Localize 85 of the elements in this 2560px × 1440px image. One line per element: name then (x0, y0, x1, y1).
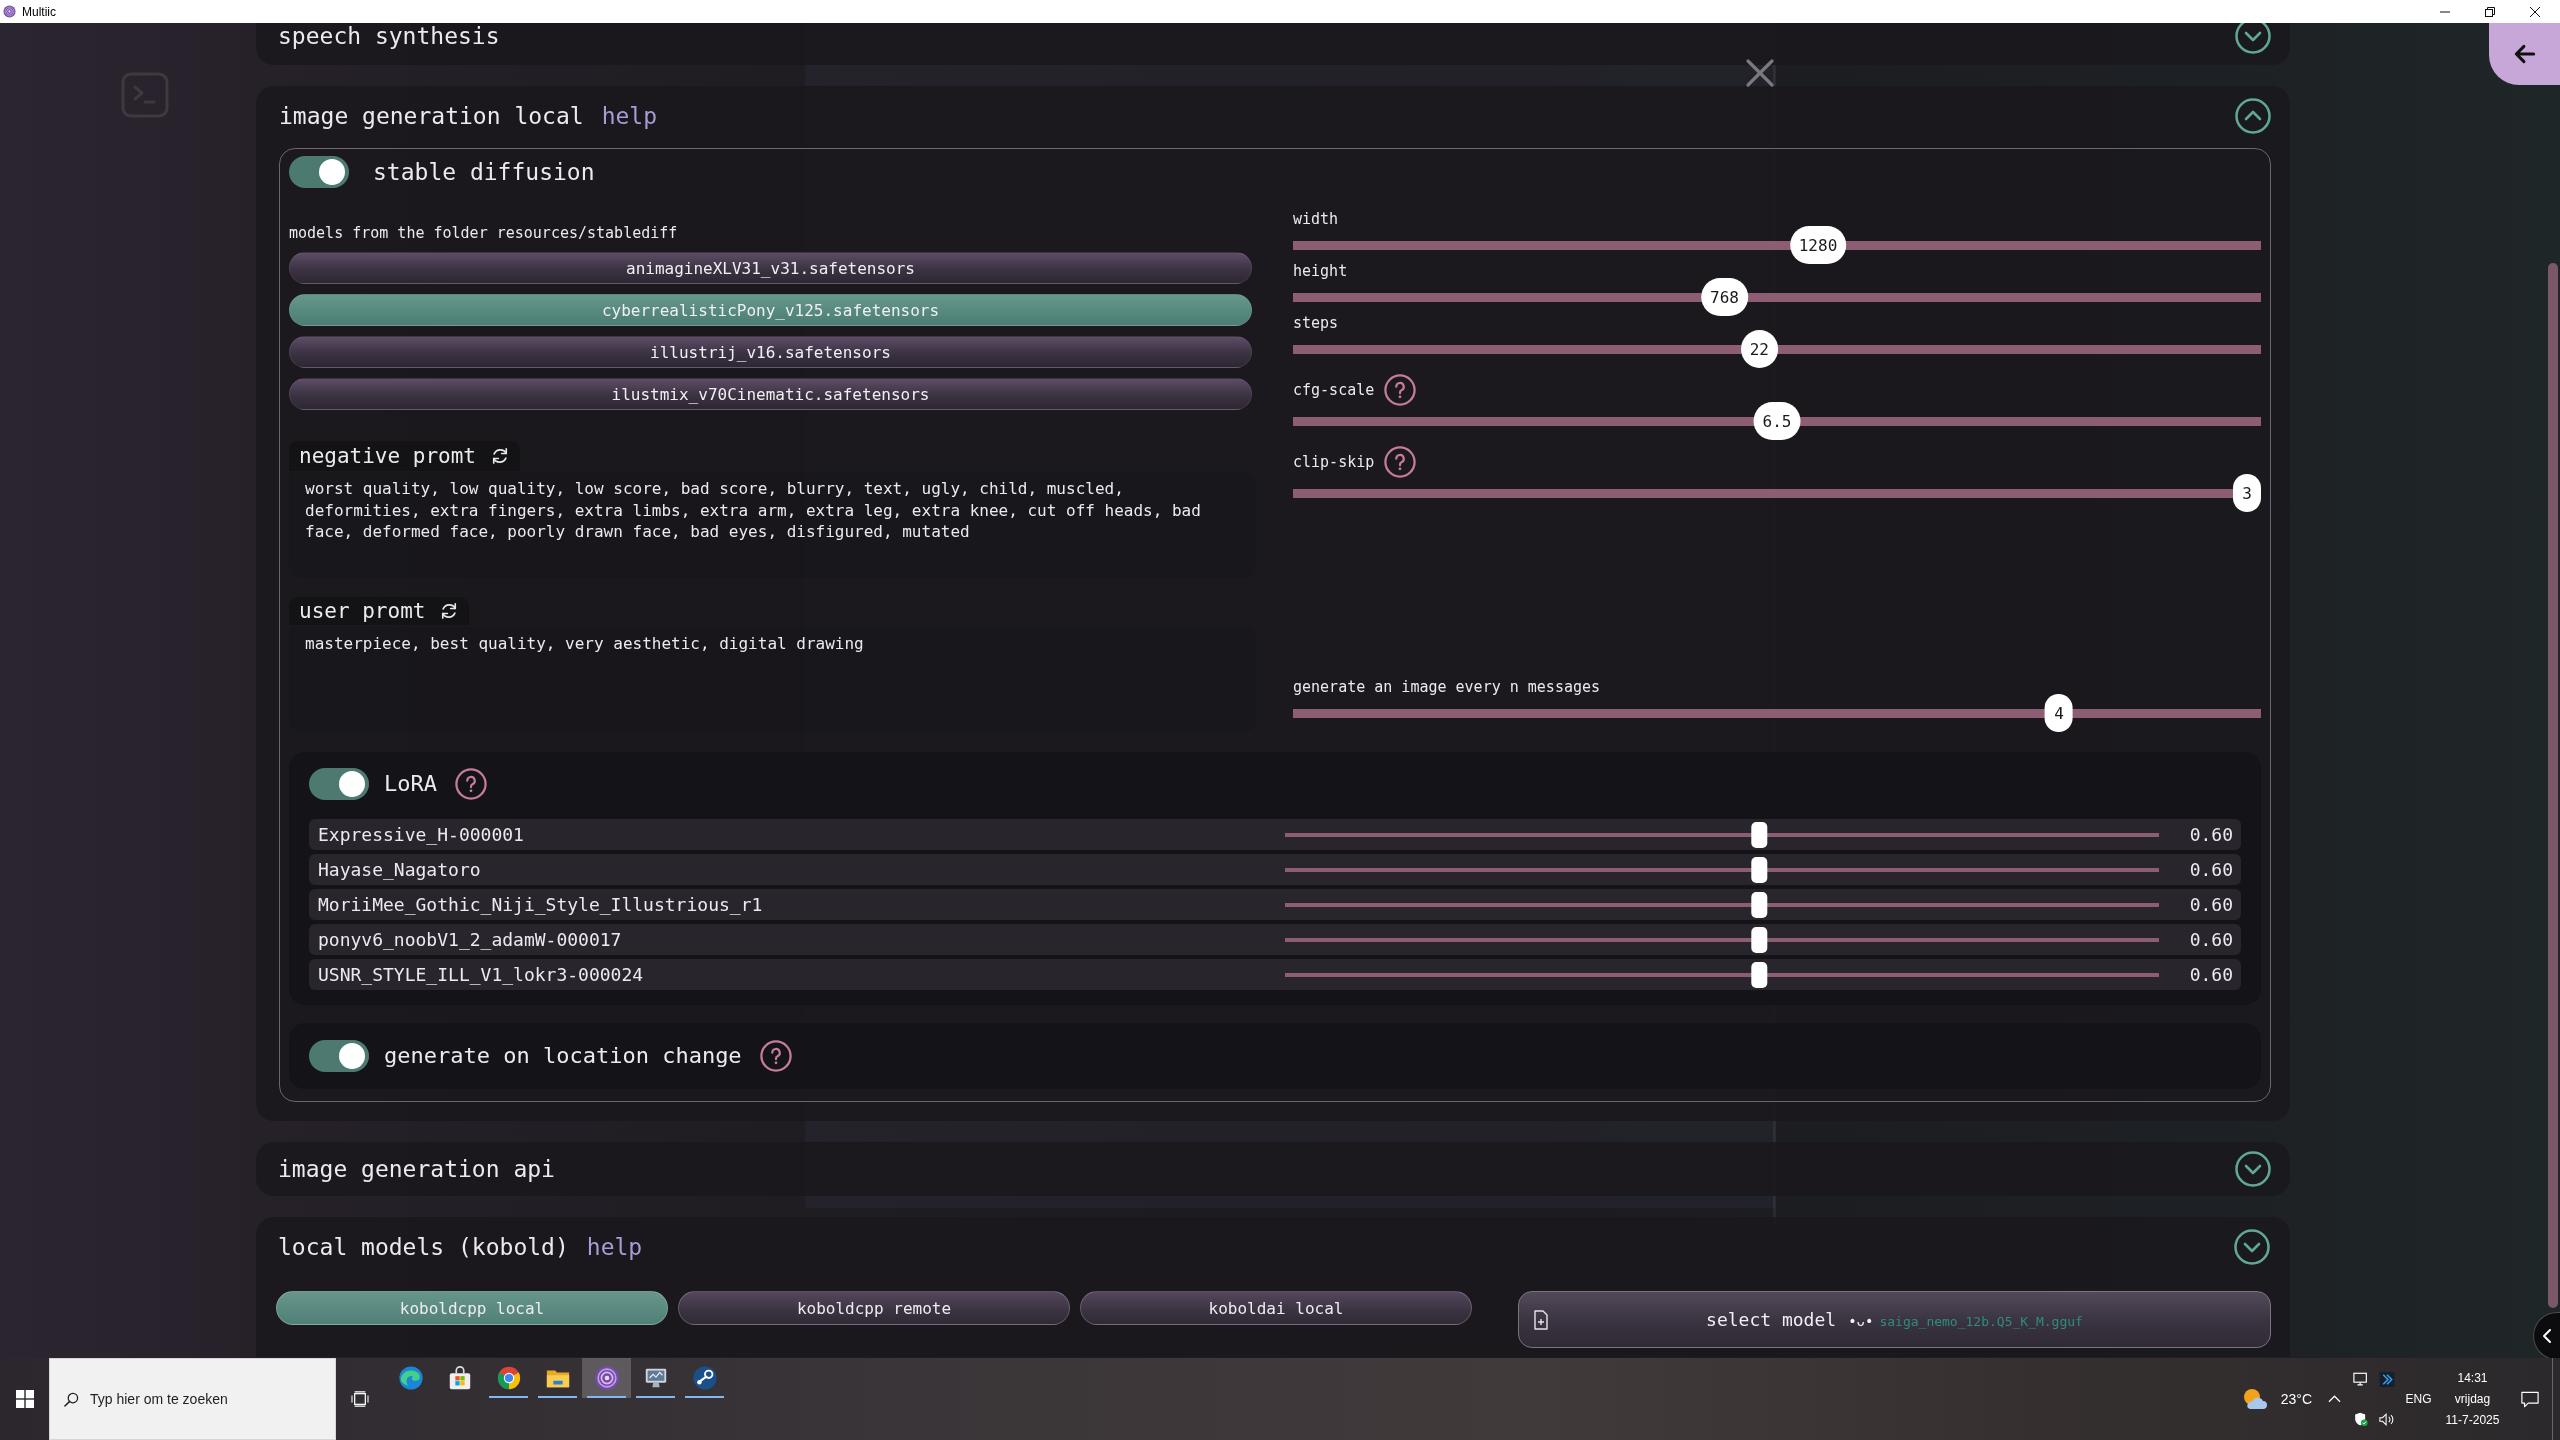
file-plus-icon (1533, 1309, 1549, 1330)
chevron-down-icon[interactable] (2235, 23, 2271, 54)
shield-icon[interactable] (2353, 1411, 2369, 1427)
window-title: Multiic (22, 4, 56, 19)
model-option[interactable]: animagineXLV31_v31.safetensors (289, 252, 1252, 284)
model-option[interactable]: ilustmix_v70Cinematic.safetensors (289, 378, 1252, 410)
prompt-label: user promt (299, 598, 426, 625)
help-link[interactable]: help (586, 1231, 643, 1263)
lora-name: Expressive_H-000001 (318, 824, 525, 845)
toggle-switch[interactable] (309, 1040, 369, 1072)
model-option[interactable]: cyberrealisticPony_v125.safetensors (289, 294, 1252, 326)
chevron-down-icon[interactable] (2235, 1151, 2271, 1187)
section-title[interactable]: image generation api (278, 1153, 555, 1185)
slider-label: clip-skip (1293, 452, 1375, 473)
toggle-label: LoRA (384, 770, 437, 798)
section-title[interactable]: image generation local (279, 100, 584, 132)
backend-tab[interactable]: koboldcpp remote (678, 1291, 1070, 1325)
slider-track[interactable]: 6.5 (1293, 402, 2261, 440)
clock-time: 14:31 (2457, 1369, 2488, 1387)
toggle-switch[interactable] (289, 156, 349, 188)
slider-handle[interactable] (1751, 891, 1768, 918)
prompt-label: negative promt (299, 443, 476, 470)
slider-handle[interactable]: 768 (1701, 278, 1748, 316)
model-option[interactable]: illustrij_v16.safetensors (289, 336, 1252, 368)
lora-weight: 0.60 (2188, 929, 2233, 950)
slider-handle[interactable]: 22 (1740, 330, 1778, 368)
lora-weight: 0.60 (2188, 824, 2233, 845)
slider-label: cfg-scale (1293, 380, 1375, 401)
chevron-left-icon (2542, 1328, 2552, 1344)
tricolor-circle-icon (495, 1365, 522, 1391)
toggle-label: generate on location change (384, 1042, 742, 1070)
back-button[interactable] (2489, 23, 2560, 85)
language-indicator[interactable]: ENG (2400, 1392, 2437, 1406)
backend-tab[interactable]: koboldai local (1080, 1291, 1472, 1325)
help-icon[interactable] (759, 1040, 792, 1072)
stacked-windows-icon[interactable] (350, 1391, 369, 1407)
lora-weight: 0.60 (2188, 964, 2233, 985)
speech-bubble-icon[interactable] (2521, 1390, 2539, 1408)
restore-icon[interactable] (2484, 6, 2495, 17)
four-panes-icon[interactable] (15, 1390, 34, 1408)
swirl-icon (397, 1365, 424, 1391)
clock-day: vrijdag (2454, 1388, 2491, 1410)
clock-date: 11-7-2025 (2445, 1411, 2500, 1429)
slider-handle[interactable] (1751, 821, 1768, 848)
rings-icon (3, 5, 16, 18)
toggle-switch[interactable] (309, 768, 369, 800)
scrollbar-thumb[interactable] (2548, 263, 2558, 1308)
lora-name: USNR_STYLE_ILL_V1_lokr3-000024 (318, 964, 645, 985)
collapse-button[interactable] (2533, 1312, 2560, 1358)
toggle-label: stable diffusion (373, 158, 595, 187)
slider-track[interactable]: 1280 (1293, 226, 2261, 264)
slider-handle[interactable]: 3 (2233, 474, 2261, 512)
slider-handle[interactable]: 1280 (1789, 226, 1847, 264)
search-field[interactable]: Typ hier om te zoeken (49, 1358, 336, 1440)
rings-icon[interactable] (593, 1365, 620, 1391)
monitor-icon[interactable] (2353, 1371, 2369, 1387)
temperature: 23°C (2280, 1391, 2312, 1407)
close-icon[interactable] (2529, 6, 2540, 17)
slider-track[interactable]: 22 (1293, 330, 2261, 368)
section-title[interactable]: speech synthesis (278, 23, 500, 52)
lever-circle-icon (691, 1365, 718, 1391)
slider-handle[interactable] (1751, 856, 1768, 883)
slider-handle[interactable]: 4 (2045, 694, 2073, 732)
search-icon (64, 1391, 79, 1407)
lora-name: MoriiMee_Gothic_Niji_Style_Illustrious_r1 (318, 894, 764, 915)
lora-name: ponyv6_noobV1_2_adamW-000017 (318, 929, 623, 950)
slider-track[interactable]: 768 (1293, 278, 2261, 316)
chevron-up-icon[interactable] (2235, 98, 2271, 134)
speaker-icon[interactable] (2379, 1411, 2395, 1427)
slider-handle[interactable]: 6.5 (1753, 402, 1801, 440)
section-title[interactable]: local models (kobold) (278, 1231, 569, 1263)
slider-handle[interactable] (1751, 926, 1768, 953)
lora-weight: 0.60 (2188, 859, 2233, 880)
help-icon[interactable] (455, 768, 487, 800)
refresh-icon[interactable] (490, 446, 510, 466)
slider-handle[interactable] (1751, 961, 1768, 988)
chevron-down-icon[interactable] (2234, 1229, 2270, 1265)
help-link[interactable]: help (601, 100, 658, 132)
select-model-button[interactable]: select model •ᴗ• saiga_nemo_12b.Q5_K_M.gguf (1518, 1291, 2271, 1348)
models-caption: models from the folder resources/stablediff (289, 223, 678, 243)
chevrons-icon[interactable] (2379, 1371, 2395, 1387)
slider-track[interactable]: 4 (1293, 694, 2261, 732)
slider-track[interactable]: 3 (1293, 474, 2261, 512)
lora-weight: 0.60 (2188, 894, 2233, 915)
lora-name: Hayase_Nagatoro (318, 859, 482, 880)
